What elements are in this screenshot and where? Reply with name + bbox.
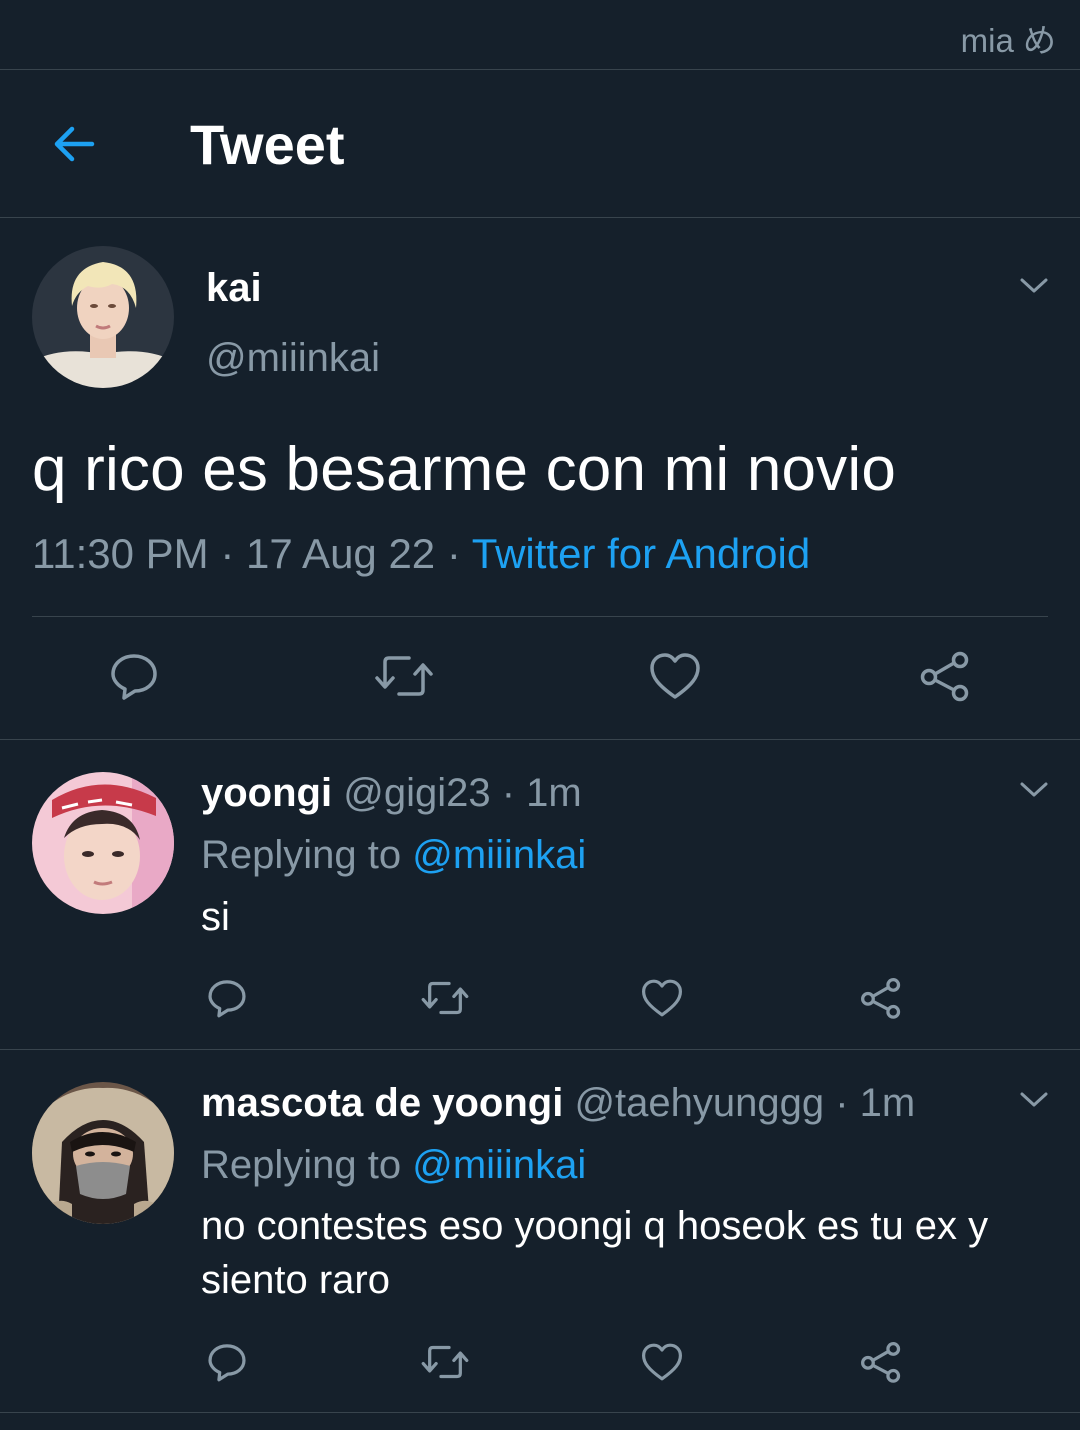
reply-author-handle[interactable]: @taehyunggg [574, 1081, 824, 1125]
retweet-icon [375, 656, 433, 696]
replying-to-label: Replying to [201, 833, 413, 877]
avatar[interactable] [32, 1082, 174, 1224]
share-icon [861, 978, 901, 1019]
retweet-button[interactable] [372, 646, 436, 706]
share-button[interactable] [856, 1338, 906, 1386]
author-handle[interactable]: @miiinkai [206, 336, 380, 381]
meta-separator: · [435, 530, 472, 577]
reply-menu-button[interactable] [1016, 772, 1052, 808]
like-button[interactable] [637, 1338, 687, 1386]
reply-menu-button[interactable] [1016, 1082, 1052, 1118]
replying-to-handle[interactable]: @miiinkai [412, 1143, 586, 1187]
author-name[interactable]: kai [206, 266, 262, 311]
retweet-icon [421, 981, 469, 1015]
tweet-meta: 11:30 PM · 17 Aug 22 · Twitter for Andro… [32, 530, 810, 578]
divider [0, 1049, 1080, 1050]
like-button[interactable] [645, 646, 705, 706]
watermark: mia め [960, 22, 1056, 59]
divider [0, 1412, 1080, 1413]
divider [0, 739, 1080, 740]
chevron-down-icon [1020, 278, 1048, 293]
chevron-down-icon [1020, 782, 1048, 797]
reply-icon [208, 1344, 246, 1382]
reply-author-name[interactable]: mascota de yoongi [201, 1081, 563, 1125]
reply-button[interactable] [202, 974, 252, 1022]
share-icon [920, 651, 969, 702]
reply-age: · 1m [824, 1081, 916, 1125]
arrow-left-icon [54, 126, 95, 162]
replying-to-handle[interactable]: @miiinkai [412, 833, 586, 877]
back-button[interactable] [44, 114, 104, 174]
like-icon [642, 1343, 682, 1381]
share-button[interactable] [914, 646, 976, 706]
page-title: Tweet [190, 113, 345, 176]
share-button[interactable] [856, 974, 906, 1022]
share-icon [861, 1342, 901, 1383]
reply-author-name[interactable]: yoongi [201, 771, 332, 815]
like-icon [650, 653, 700, 699]
avatar[interactable] [32, 246, 174, 388]
divider [0, 217, 1080, 218]
tweet-text: q rico es besarme con mi novio [32, 435, 897, 504]
replying-to: Replying to @miiinkai [201, 1143, 586, 1188]
reply-icon [208, 980, 246, 1018]
reply-header: mascota de yoongi @taehyunggg · 1m [201, 1081, 915, 1126]
reply-age: · 1m [490, 771, 582, 815]
retweet-button[interactable] [418, 1338, 472, 1386]
reply-button[interactable] [104, 646, 164, 706]
divider [32, 616, 1048, 617]
like-icon [642, 979, 682, 1017]
divider [0, 69, 1080, 70]
meta-separator: · [208, 530, 246, 577]
reply-author-handle[interactable]: @gigi23 [343, 771, 490, 815]
tweet-date: 17 Aug 22 [245, 530, 436, 577]
tweet-source-link[interactable]: Twitter for Android [472, 530, 810, 577]
avatar[interactable] [32, 772, 174, 914]
replying-to: Replying to @miiinkai [201, 833, 586, 878]
retweet-button[interactable] [418, 974, 472, 1022]
chevron-down-icon [1020, 1092, 1048, 1107]
tweet-menu-button[interactable] [1016, 268, 1052, 304]
reply-text: si [201, 895, 230, 939]
tweet-time: 11:30 PM [32, 530, 209, 577]
reply-icon [111, 654, 157, 700]
replying-to-label: Replying to [201, 1143, 413, 1187]
reply-button[interactable] [202, 1338, 252, 1386]
reply-header: yoongi @gigi23 · 1m [201, 771, 582, 816]
reply-text: no contestes eso yoongi q hoseok es tu e… [201, 1204, 989, 1302]
like-button[interactable] [637, 974, 687, 1022]
retweet-icon [421, 1345, 469, 1379]
